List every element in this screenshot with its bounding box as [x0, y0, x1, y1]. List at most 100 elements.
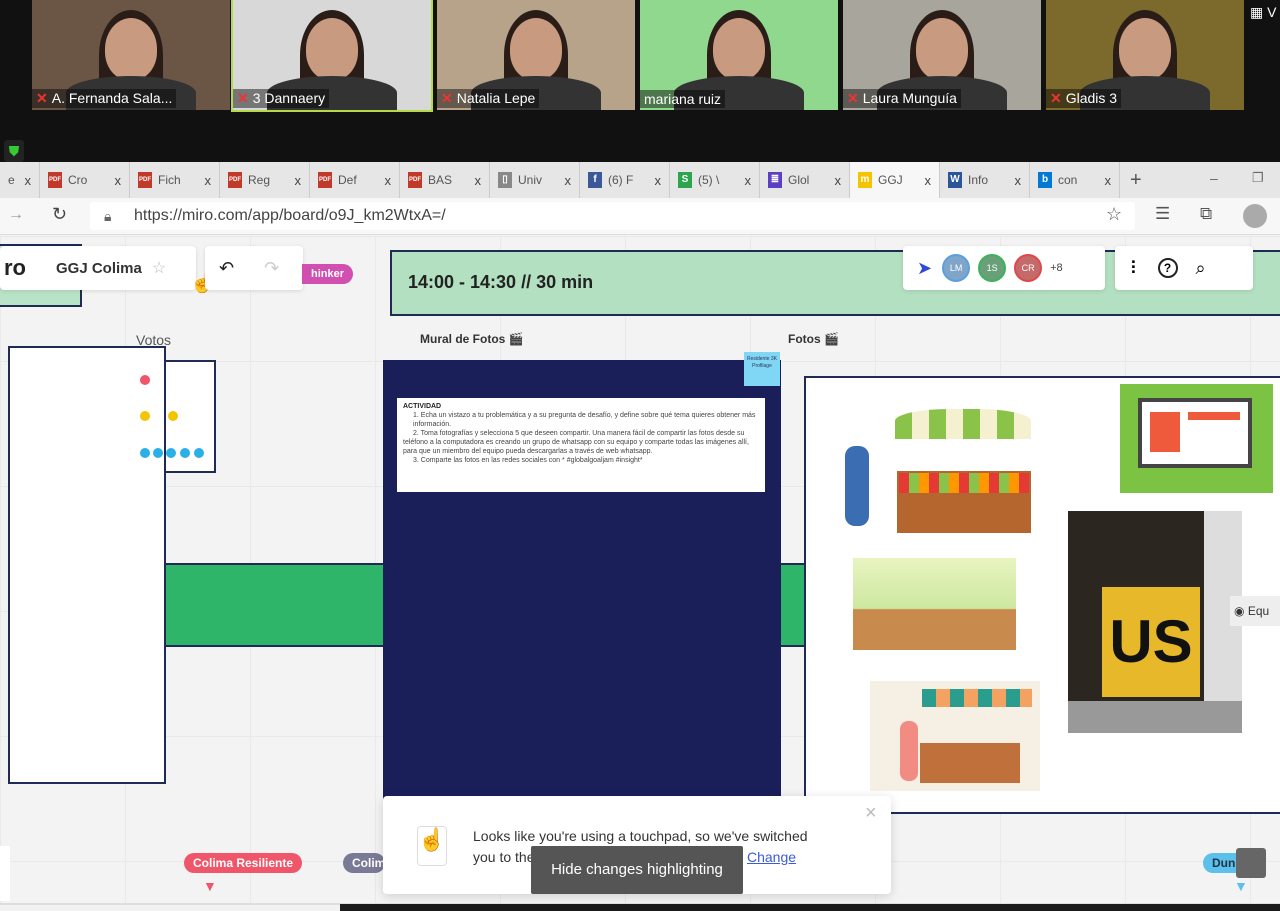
vendor-illustration-image[interactable] [870, 681, 1040, 791]
vote-dot[interactable] [140, 448, 150, 458]
activity-title: ACTIVIDAD [403, 403, 442, 410]
close-tab-icon[interactable]: x [385, 173, 392, 188]
vote-dot[interactable] [153, 448, 163, 458]
collaborators-panel: ➤ LM 1S CR +8 [903, 246, 1105, 290]
sticky-note[interactable]: Residente 3K Profilage [744, 352, 780, 386]
participant-video-tile[interactable]: ✕ Natalia Lepe [437, 0, 635, 110]
undo-icon[interactable]: ↶ [219, 258, 234, 279]
participant-video-tile[interactable]: ✕ Gladis 3 [1046, 0, 1244, 110]
security-shield-icon[interactable]: ⛊ [4, 140, 24, 162]
url-text: https://miro.com/app/board/o9J_km2WtxA=/ [134, 207, 446, 224]
close-tab-icon[interactable]: x [115, 173, 122, 188]
side-label[interactable]: ◉ Equ [1230, 596, 1280, 626]
help-icon[interactable]: ? [1157, 258, 1178, 278]
close-tab-icon[interactable]: x [565, 173, 572, 188]
vote-dot[interactable] [180, 448, 190, 458]
close-tab-icon[interactable]: x [835, 173, 842, 188]
collaborator-avatar[interactable]: 1S [978, 254, 1007, 282]
browser-tab[interactable]: b con x [1030, 162, 1120, 198]
minimap-button[interactable] [1236, 848, 1266, 878]
tab-title: Fich [158, 173, 181, 187]
tools-panel: ⫶ ? ⌕ [1115, 246, 1253, 290]
cliff-illustration-image[interactable] [853, 558, 1016, 650]
vote-dot[interactable] [194, 448, 204, 458]
browser-tab[interactable]: PDF BAS x [400, 162, 490, 198]
frame-title-mural[interactable]: Mural de Fotos 🎬 [420, 332, 524, 346]
browser-tab[interactable]: ▯ Univ x [490, 162, 580, 198]
browser-tab[interactable]: S (5) \ x [670, 162, 760, 198]
settings-sliders-icon[interactable]: ⫶ [1131, 258, 1136, 279]
board-name[interactable]: GGJ Colima [56, 260, 142, 277]
collaborator-avatar[interactable]: CR [1014, 254, 1043, 282]
vote-dot[interactable] [166, 448, 176, 458]
close-tab-icon[interactable]: x [745, 173, 752, 188]
favorite-star-icon[interactable]: ☆ [1106, 204, 1122, 225]
close-tab-icon[interactable]: x [475, 173, 482, 188]
view-button[interactable]: ▦ V [1250, 4, 1276, 21]
tab-favicon-icon: m [858, 172, 872, 188]
browser-tab[interactable]: W Info x [940, 162, 1030, 198]
door-photo-image[interactable]: US [1068, 511, 1242, 733]
star-icon[interactable]: ☆ [152, 258, 166, 278]
vote-dot[interactable] [140, 411, 150, 421]
close-tab-icon[interactable]: x [205, 173, 212, 188]
frame-title-fotos[interactable]: Fotos 🎬 [788, 332, 839, 346]
browser-tab[interactable]: PDF Cro x [40, 162, 130, 198]
tab-favicon-icon: b [1038, 172, 1052, 188]
close-tab-icon[interactable]: x [925, 173, 932, 188]
market-illustration-image[interactable] [835, 401, 1035, 541]
undo-redo-panel: ↶ ↷ [205, 246, 303, 290]
mic-muted-icon: ✕ [847, 90, 859, 106]
new-tab-button[interactable]: + [1130, 169, 1142, 192]
cursor-arrow-icon: ▼ [1234, 878, 1248, 894]
favorites-list-icon[interactable]: ☰ [1155, 204, 1170, 224]
browser-tab[interactable]: m GGJ x [850, 162, 940, 198]
close-tab-icon[interactable]: x [1015, 173, 1022, 188]
miro-board-canvas[interactable]: ro GGJ Colima ☆ ☝ ↶ ↷ hinker 14:00 - 14:… [0, 236, 1280, 903]
close-notification-button[interactable]: × [865, 802, 877, 825]
change-link[interactable]: Change [745, 847, 799, 868]
vote-dot[interactable] [168, 411, 178, 421]
collaborator-avatar[interactable]: LM [942, 254, 971, 282]
participant-video-tile[interactable]: ✕ A. Fernanda Sala... [32, 0, 230, 110]
profile-avatar[interactable] [1243, 204, 1267, 228]
participant-video-tile[interactable]: mariana ruiz [640, 0, 838, 110]
mic-muted-icon: ✕ [237, 90, 249, 106]
hide-changes-tooltip[interactable]: Hide changes highlighting [531, 846, 743, 894]
user-cursor-label: Colima Resiliente [184, 853, 303, 873]
browser-tab[interactable]: ex [0, 162, 40, 198]
vote-dot[interactable] [140, 375, 150, 385]
close-tab-icon[interactable]: x [1105, 173, 1112, 188]
search-icon[interactable]: ⌕ [1196, 258, 1206, 279]
mural-de-fotos-frame[interactable]: ACTIVIDAD 1. Echa un vistazo a tu proble… [383, 352, 781, 800]
miro-logo[interactable]: ro [4, 255, 26, 281]
restore-button[interactable]: ❐ [1252, 170, 1264, 186]
user-cursor-label: Colim [343, 853, 385, 873]
activity-card[interactable]: ACTIVIDAD 1. Echa un vistazo a tu proble… [397, 398, 765, 492]
participant-name-text: Laura Munguía [862, 90, 957, 106]
close-tab-icon[interactable]: x [295, 173, 302, 188]
tab-favicon-icon: PDF [228, 172, 242, 188]
more-users-count[interactable]: +8 [1050, 262, 1063, 274]
collections-icon[interactable]: ⧉ [1200, 204, 1212, 224]
browser-tab[interactable]: PDF Reg x [220, 162, 310, 198]
participant-video-tile[interactable]: ✕ 3 Dannaery [231, 0, 433, 112]
forward-icon[interactable]: → [8, 206, 24, 224]
touchpad-hand-icon: ☝ [417, 826, 447, 866]
participant-video-tile[interactable]: ✕ Laura Munguía [843, 0, 1041, 110]
cursor-follow-icon[interactable]: ➤ [917, 258, 932, 279]
redo-icon[interactable]: ↷ [264, 258, 279, 279]
browser-tab[interactable]: PDF Def x [310, 162, 400, 198]
browser-tab[interactable]: ≣ Glol x [760, 162, 850, 198]
minimize-button[interactable]: – [1210, 170, 1218, 186]
close-tab-icon[interactable]: x [655, 173, 662, 188]
browser-tab[interactable]: f (6) F x [580, 162, 670, 198]
refresh-icon[interactable]: ↻ [52, 204, 67, 225]
tab-title: Def [338, 173, 357, 187]
activity-item: 2. Toma fotografías y selecciona 5 que d… [403, 430, 749, 455]
url-input[interactable]: 🔒︎ https://miro.com/app/board/o9J_km2WtxA… [90, 202, 1135, 230]
browser-tab[interactable]: PDF Fich x [130, 162, 220, 198]
participant-name: ✕ A. Fernanda Sala... [32, 89, 177, 108]
computer-illustration-image[interactable] [1120, 384, 1273, 493]
close-tab-icon[interactable]: x [25, 173, 32, 188]
